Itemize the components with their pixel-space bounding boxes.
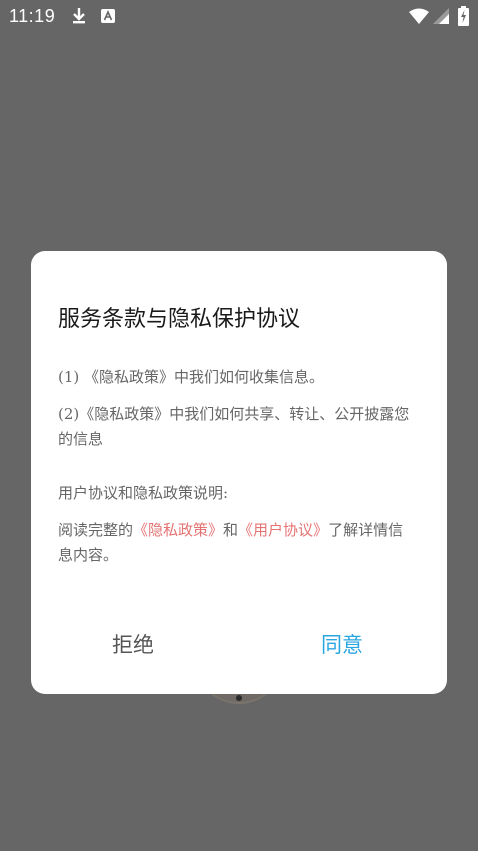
and-text: 和 <box>223 521 239 539</box>
privacy-policy-link[interactable]: 《隐私政策》 <box>133 521 223 539</box>
explain-label: 用户协议和隐私政策说明: <box>58 484 229 502</box>
download-icon <box>73 8 85 24</box>
dialog-item-2: (2)《隐私政策》中我们如何共享、转让、公开披露您的信息 <box>58 405 410 448</box>
status-bar: 11:19 <box>0 0 478 34</box>
signal-icon <box>433 8 449 24</box>
read-statement: 阅读完整的《隐私政策》和《用户协议》了解详情信息内容。 <box>58 518 418 568</box>
status-time: 11:19 <box>9 6 56 26</box>
user-agreement-link[interactable]: 《用户协议》 <box>238 521 328 539</box>
dialog-item-1: (1) 《隐私政策》中我们如何收集信息。 <box>58 368 325 386</box>
wifi-icon <box>409 8 429 24</box>
privacy-dialog: 服务条款与隐私保护协议 (1) 《隐私政策》中我们如何收集信息。 (2)《隐私政… <box>31 251 447 694</box>
refuse-button[interactable]: 拒绝 <box>112 629 154 659</box>
read-prefix: 阅读完整的 <box>58 521 134 539</box>
screen: 11:19 服务条款与隐私保护协议 (1) 《隐私政策》中我们如何收集信息。 (… <box>0 0 478 851</box>
background-dot <box>236 695 242 701</box>
agree-button[interactable]: 同意 <box>321 629 363 659</box>
dialog-title: 服务条款与隐私保护协议 <box>58 307 301 332</box>
battery-charging-icon <box>458 6 469 26</box>
keyboard-a-icon <box>101 9 115 23</box>
